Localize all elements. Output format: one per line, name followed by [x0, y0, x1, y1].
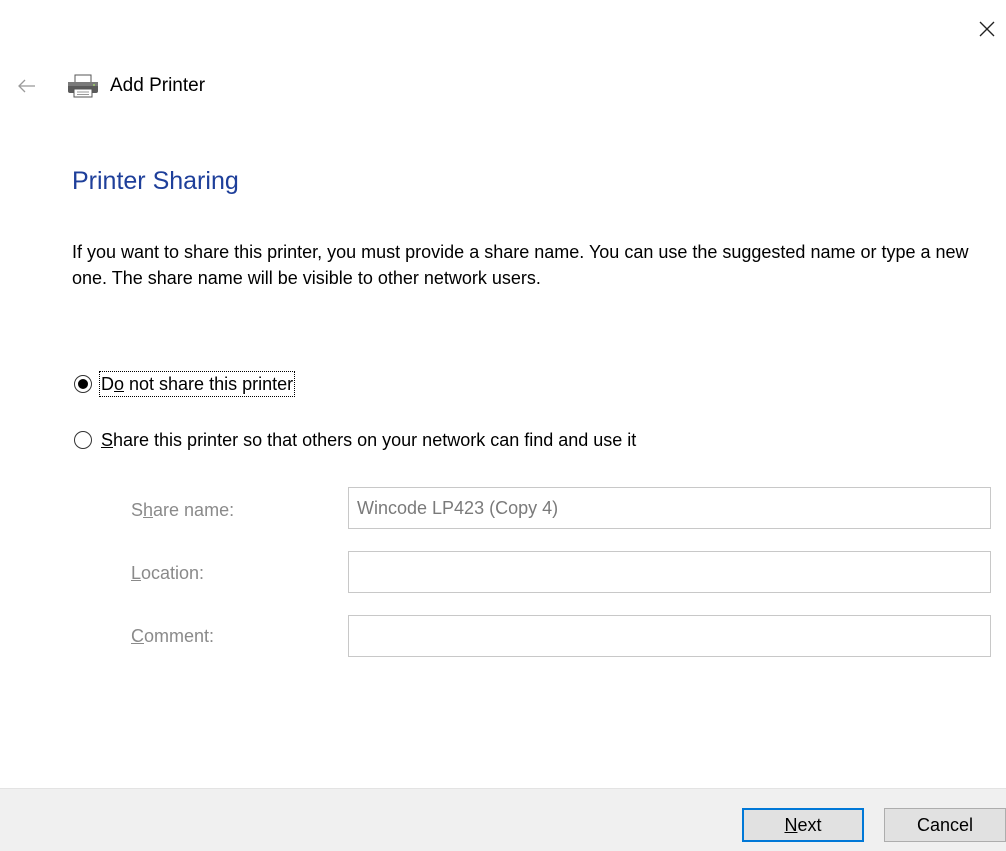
share-name-label: Share name: [131, 500, 235, 520]
share-radio[interactable] [74, 431, 92, 449]
location-label: Location: [131, 563, 205, 583]
back-arrow-icon [18, 79, 35, 93]
dialog-footer: Next Cancel [0, 788, 1006, 851]
share-label: Share this printer so that others on you… [101, 430, 637, 450]
location-input[interactable] [348, 551, 991, 593]
radio-selected-dot [78, 379, 88, 389]
close-icon [979, 21, 995, 37]
comment-label: Comment: [131, 626, 215, 646]
do-not-share-label: Do not share this printer [98, 371, 296, 397]
back-button[interactable] [14, 74, 40, 98]
cancel-button[interactable]: Cancel [884, 808, 1006, 842]
page-heading: Printer Sharing [72, 167, 239, 195]
share-name-input[interactable] [348, 487, 991, 529]
printer-icon [68, 74, 98, 98]
share-option[interactable]: Share this printer so that others on you… [74, 428, 637, 452]
title-bar: Add Printer [0, 66, 600, 106]
window-title: Add Printer [110, 75, 206, 96]
close-button[interactable] [972, 14, 1002, 44]
do-not-share-option[interactable]: Do not share this printer [74, 371, 296, 397]
next-button[interactable]: Next [742, 808, 864, 842]
do-not-share-radio[interactable] [74, 375, 92, 393]
page-description: If you want to share this printer, you m… [72, 242, 969, 288]
comment-input[interactable] [348, 615, 991, 657]
add-printer-dialog: Add Printer Printer Sharing If you want … [0, 0, 1006, 851]
